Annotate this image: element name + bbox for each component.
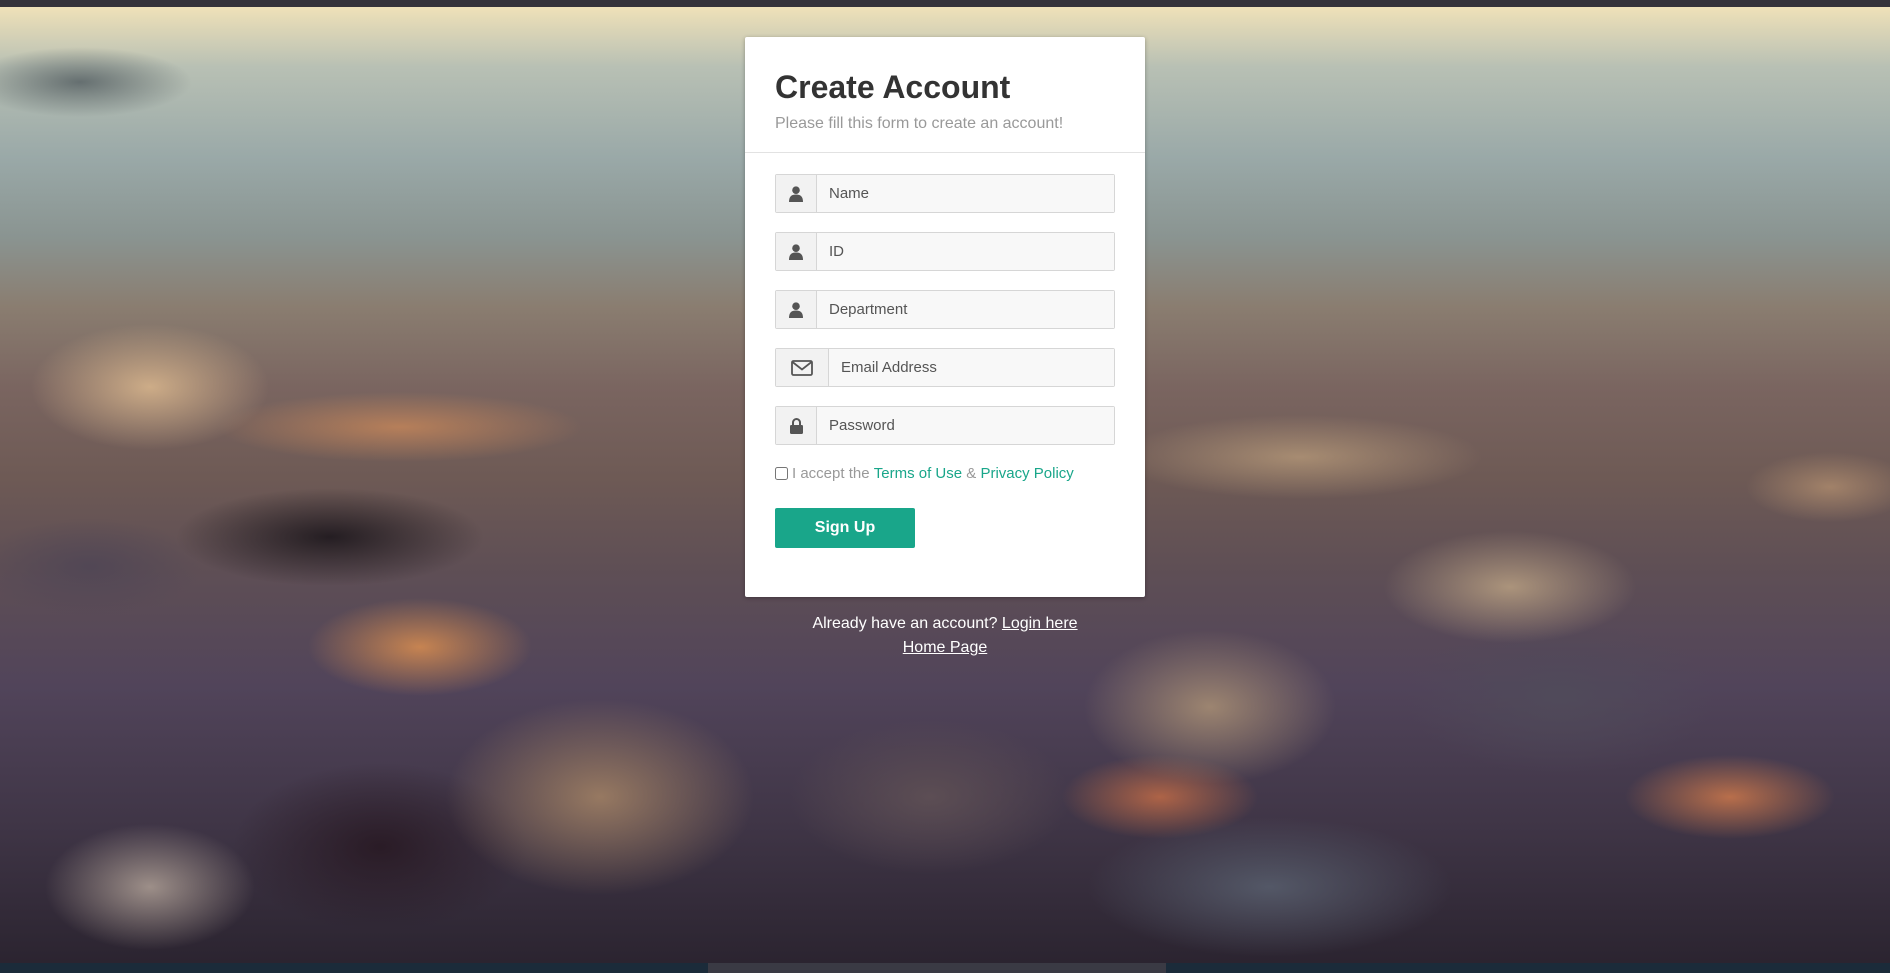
user-icon: [776, 291, 817, 328]
password-field: [775, 406, 1115, 445]
user-icon: [776, 233, 817, 270]
card-header: Create Account Please fill this form to …: [745, 37, 1145, 153]
terms-row: I accept the Terms of Use & Privacy Poli…: [775, 465, 1074, 482]
below-card-links: Already have an account? Login here Home…: [745, 612, 1145, 660]
already-account-text: Already have an account?: [812, 615, 998, 632]
sign-up-button[interactable]: Sign Up: [775, 508, 915, 548]
password-input[interactable]: [817, 407, 1114, 444]
lock-icon: [776, 407, 817, 444]
email-input[interactable]: [829, 349, 1114, 386]
privacy-policy-link[interactable]: Privacy Policy: [980, 465, 1073, 482]
envelope-icon: [776, 349, 829, 386]
terms-of-use-link[interactable]: Terms of Use: [874, 465, 962, 482]
taskbar-tabs: [708, 963, 1166, 973]
name-input[interactable]: [817, 175, 1114, 212]
home-page-link[interactable]: Home Page: [903, 639, 988, 656]
name-field: [775, 174, 1115, 213]
login-link[interactable]: Login here: [1002, 615, 1078, 632]
taskbar: [0, 963, 1890, 973]
page-subtitle: Please fill this form to create an accou…: [775, 115, 1064, 132]
signup-card: Create Account Please fill this form to …: [745, 37, 1145, 597]
top-strip: [0, 0, 1890, 7]
page-title: Create Account: [775, 69, 1011, 105]
accept-terms-checkbox[interactable]: [775, 467, 788, 480]
email-field: [775, 348, 1115, 387]
department-field: [775, 290, 1115, 329]
ampersand: &: [966, 465, 977, 482]
id-field: [775, 232, 1115, 271]
user-icon: [776, 175, 817, 212]
department-input[interactable]: [817, 291, 1114, 328]
id-input[interactable]: [817, 233, 1114, 270]
accept-label: I accept the: [792, 465, 870, 482]
